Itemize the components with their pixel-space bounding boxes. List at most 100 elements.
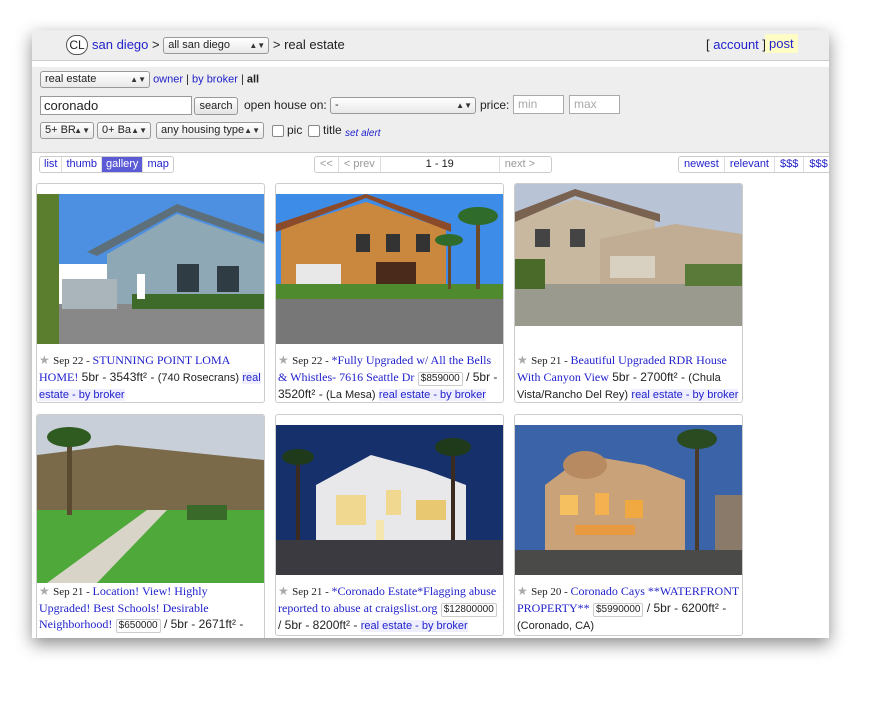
category-select[interactable]: real estate ▲▼ — [40, 71, 150, 88]
title-filter[interactable]: title — [308, 123, 342, 137]
tab-gallery[interactable]: gallery — [102, 157, 144, 172]
listing-price: $650000 — [115, 619, 161, 633]
listing-card[interactable]: ★ Sep 20 - Coronado Cays **WATERFRONT PR… — [514, 414, 743, 636]
favorite-star-icon[interactable]: ★ — [278, 584, 289, 598]
listing-neighborhood: (740 Rosecrans) — [157, 372, 240, 384]
tab-list[interactable]: list — [40, 157, 63, 172]
bathrooms-select[interactable]: 0+ Ba ▲▼ — [97, 122, 151, 139]
favorite-star-icon[interactable]: ★ — [517, 353, 528, 367]
tab-thumb[interactable]: thumb — [62, 157, 103, 172]
category-row: real estate ▲▼ owner | by broker | all — [40, 71, 259, 88]
select-arrows-icon: ▲▼ — [244, 126, 260, 135]
listing-price: $12800000 — [440, 603, 497, 617]
listing-date: Sep 22 — [292, 355, 323, 367]
listing-details: 5br - 2700ft² - — [612, 370, 685, 384]
listing-details: / 5br - 6200ft² - — [646, 601, 727, 615]
listing-info: ★ Sep 21 - Beautiful Upgraded RDR House … — [517, 353, 739, 401]
listing-category-link[interactable]: real estate - by broker — [360, 620, 468, 632]
listing-details: / 5br - 8200ft² - — [278, 618, 358, 632]
select-arrows-icon: ▲▼ — [74, 126, 90, 135]
filter-broker-link[interactable]: by broker — [192, 73, 238, 85]
select-arrows-icon: ▲▼ — [131, 126, 147, 135]
listing-photo[interactable] — [515, 184, 742, 326]
filter-divider: | — [186, 73, 189, 86]
craigslist-logo[interactable]: CL — [66, 35, 88, 55]
listing-card[interactable]: ★ Sep 22 - *Fully Upgraded w/ All the Be… — [275, 183, 504, 403]
open-house-select-value: - — [335, 99, 339, 111]
listing-price: $859000 — [417, 372, 463, 386]
listing-details: / 5br - 2671ft² - — [163, 617, 244, 631]
pager-first-button[interactable]: << — [315, 157, 339, 172]
sort-options: newest relevant $$$ $$$ — [678, 156, 829, 173]
set-alert-link[interactable]: set alert — [345, 128, 381, 139]
pic-label: pic — [287, 123, 303, 137]
view-tabs: list thumb gallery map — [39, 156, 174, 173]
open-house-select[interactable]: - ▲▼ — [330, 97, 476, 114]
pager-prev-button[interactable]: < prev — [339, 157, 381, 172]
price-max-input[interactable]: max — [569, 95, 620, 114]
favorite-star-icon[interactable]: ★ — [278, 353, 289, 367]
listing-details: 5br - 3543ft² - — [81, 370, 155, 384]
listing-card[interactable]: ★ Sep 21 - Location! View! Highly Upgrad… — [36, 414, 265, 638]
results-nav: list thumb gallery map << < prev 1 - 19 next >… — [32, 153, 829, 175]
listing-card[interactable]: ★ Sep 21 - *Coronado Estate*Flagging abu… — [275, 414, 504, 636]
listing-photo[interactable] — [37, 194, 264, 344]
bedrooms-select[interactable]: 5+ BR ▲▼ — [40, 122, 94, 139]
listing-photo[interactable] — [276, 425, 503, 575]
post-link[interactable]: post — [765, 34, 798, 53]
listing-photo[interactable] — [276, 194, 503, 344]
tab-map[interactable]: map — [143, 157, 172, 172]
listing-category-link[interactable]: real estate - by broker — [378, 389, 486, 401]
header-bar: CL san diego > all san diego ▲▼ > real es… — [32, 30, 829, 61]
listing-date: Sep 21 — [531, 355, 562, 367]
listing-date: Sep 22 — [53, 355, 84, 367]
listing-card[interactable]: ★ Sep 22 - STUNNING POINT LOMA HOME! 5br… — [36, 183, 265, 403]
pic-filter[interactable]: pic — [272, 123, 302, 137]
house-photo-icon — [276, 194, 503, 344]
price-min-input[interactable]: min — [513, 95, 564, 114]
favorite-star-icon[interactable]: ★ — [517, 584, 528, 598]
account-area: [ account ] — [706, 37, 766, 52]
housing-type-select[interactable]: any housing type ▲▼ — [156, 122, 264, 139]
breadcrumb-separator: > — [152, 37, 160, 52]
filter-divider: | — [240, 73, 244, 86]
breadcrumb: san diego > all san diego ▲▼ > real estat… — [92, 37, 345, 55]
listing-category-link[interactable]: real estate - by broker — [631, 389, 739, 401]
listing-photo[interactable] — [37, 415, 264, 583]
listing-info: ★ Sep 21 - *Coronado Estate*Flagging abu… — [278, 584, 497, 632]
filter-owner-link[interactable]: owner — [153, 73, 183, 85]
listing-card[interactable]: ★ Sep 21 - Beautiful Upgraded RDR House … — [514, 183, 743, 403]
favorite-star-icon[interactable]: ★ — [39, 353, 50, 367]
sort-price-low[interactable]: $$$ — [804, 157, 829, 172]
pager: << < prev 1 - 19 next > — [314, 156, 552, 173]
sort-relevant[interactable]: relevant — [725, 157, 775, 172]
filter-all-selected[interactable]: all — [247, 73, 259, 85]
house-photo-icon — [276, 425, 503, 575]
favorite-star-icon[interactable]: ★ — [39, 584, 50, 598]
bedrooms-select-value: 5+ BR — [45, 124, 76, 136]
listing-info: ★ Sep 22 - STUNNING POINT LOMA HOME! 5br… — [39, 353, 261, 401]
sort-newest[interactable]: newest — [679, 157, 725, 172]
select-arrows-icon: ▲▼ — [249, 41, 266, 51]
search-input[interactable]: coronado — [40, 96, 192, 115]
title-checkbox[interactable] — [308, 124, 320, 137]
pager-next-button[interactable]: next > — [500, 157, 540, 172]
listing-photo[interactable] — [515, 425, 742, 575]
open-house-label: open house on: — [244, 98, 327, 112]
listing-info: ★ Sep 21 - Location! View! Highly Upgrad… — [39, 584, 244, 633]
house-photo-icon — [515, 184, 742, 326]
browser-window: CL san diego > all san diego ▲▼ > real es… — [32, 30, 829, 638]
house-photo-icon — [37, 194, 264, 344]
sort-price-high[interactable]: $$$ — [775, 157, 805, 172]
area-select-value: all san diego — [168, 39, 231, 52]
bathrooms-select-value: 0+ Ba — [102, 124, 132, 136]
listing-info: ★ Sep 20 - Coronado Cays **WATERFRONT PR… — [517, 584, 739, 632]
select-arrows-icon: ▲▼ — [130, 75, 146, 84]
city-link[interactable]: san diego — [92, 37, 148, 52]
account-link[interactable]: account — [713, 37, 759, 52]
search-button[interactable]: search — [194, 97, 238, 115]
area-select[interactable]: all san diego ▲▼ — [163, 37, 270, 55]
yard-photo-icon — [37, 415, 264, 583]
pic-checkbox[interactable] — [272, 124, 284, 137]
category-select-value: real estate — [45, 73, 97, 85]
